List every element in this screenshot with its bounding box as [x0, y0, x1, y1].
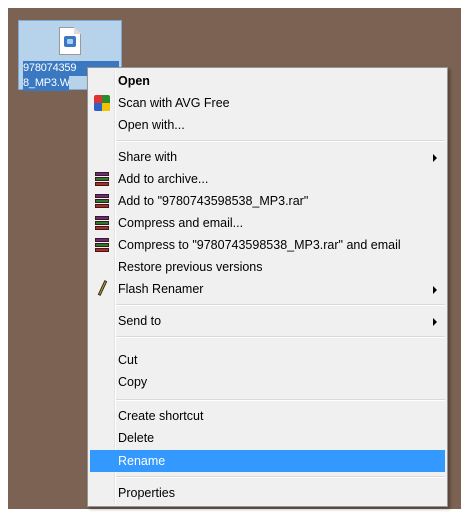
menu-item-compress-email-label: Compress and email... [118, 216, 244, 230]
file-label-line2: 8_MP3.W [23, 76, 69, 91]
menu-item-flash-renamer[interactable]: Flash Renamer [90, 278, 445, 300]
menu-item-rename-label: Rename [118, 454, 166, 468]
menu-item-restore-versions[interactable]: Restore previous versions [90, 256, 445, 278]
submenu-arrow-icon [433, 286, 437, 294]
menu-item-add-to-rar[interactable]: Add to "9780743598538_MP3.rar" [90, 190, 445, 212]
menu-item-open-with-label: Open with... [118, 118, 185, 132]
menu-item-properties-label: Properties [118, 486, 175, 500]
menu-item-cut-label: Cut [118, 353, 138, 367]
pen-icon [97, 280, 108, 296]
menu-item-add-to-archive[interactable]: Add to archive... [90, 168, 445, 190]
menu-item-restore-versions-label: Restore previous versions [118, 260, 263, 274]
menu-item-cut[interactable]: Cut [90, 349, 445, 371]
menu-item-open-with[interactable]: Open with... [90, 114, 445, 136]
menu-item-compress-rar-email-label: Compress to "9780743598538_MP3.rar" and … [118, 238, 401, 252]
menu-item-send-to[interactable]: Send to [90, 310, 445, 332]
menu-item-copy[interactable]: Copy [90, 371, 445, 393]
menu-item-delete-label: Delete [118, 431, 155, 445]
menu-item-share-with[interactable]: Share with [90, 146, 445, 168]
menu-item-open[interactable]: Open [90, 70, 445, 92]
submenu-arrow-icon [433, 154, 437, 162]
menu-item-rename[interactable]: Rename [90, 450, 445, 472]
submenu-arrow-icon [433, 318, 437, 326]
context-menu: Open Scan with AVG Free Open with... Sha… [87, 67, 448, 507]
menu-item-open-label: Open [118, 74, 150, 88]
menu-separator [116, 336, 445, 338]
menu-item-scan-avg-label: Scan with AVG Free [118, 96, 230, 110]
menu-separator [116, 304, 445, 306]
menu-item-add-to-archive-label: Add to archive... [118, 172, 209, 186]
menu-item-delete[interactable]: Delete [90, 427, 445, 449]
menu-separator [116, 140, 445, 142]
winrar-icon [94, 171, 110, 187]
audio-file-icon [59, 27, 81, 55]
menu-item-compress-email[interactable]: Compress and email... [90, 212, 445, 234]
menu-item-compress-rar-email[interactable]: Compress to "9780743598538_MP3.rar" and … [90, 234, 445, 256]
menu-item-properties[interactable]: Properties [90, 482, 445, 504]
avg-icon [94, 95, 110, 111]
media-glyph [64, 36, 76, 47]
winrar-icon [94, 237, 110, 253]
menu-item-create-shortcut-label: Create shortcut [118, 409, 204, 423]
winrar-icon [94, 193, 110, 209]
menu-separator [116, 476, 445, 478]
menu-item-flash-renamer-label: Flash Renamer [118, 282, 204, 296]
winrar-icon [94, 215, 110, 231]
menu-separator [116, 399, 445, 401]
menu-item-send-to-label: Send to [118, 314, 162, 328]
menu-item-copy-label: Copy [118, 375, 148, 389]
menu-item-create-shortcut[interactable]: Create shortcut [90, 405, 445, 427]
menu-item-scan-avg[interactable]: Scan with AVG Free [90, 92, 445, 114]
menu-item-share-with-label: Share with [118, 150, 178, 164]
menu-item-add-to-rar-label: Add to "9780743598538_MP3.rar" [118, 194, 309, 208]
